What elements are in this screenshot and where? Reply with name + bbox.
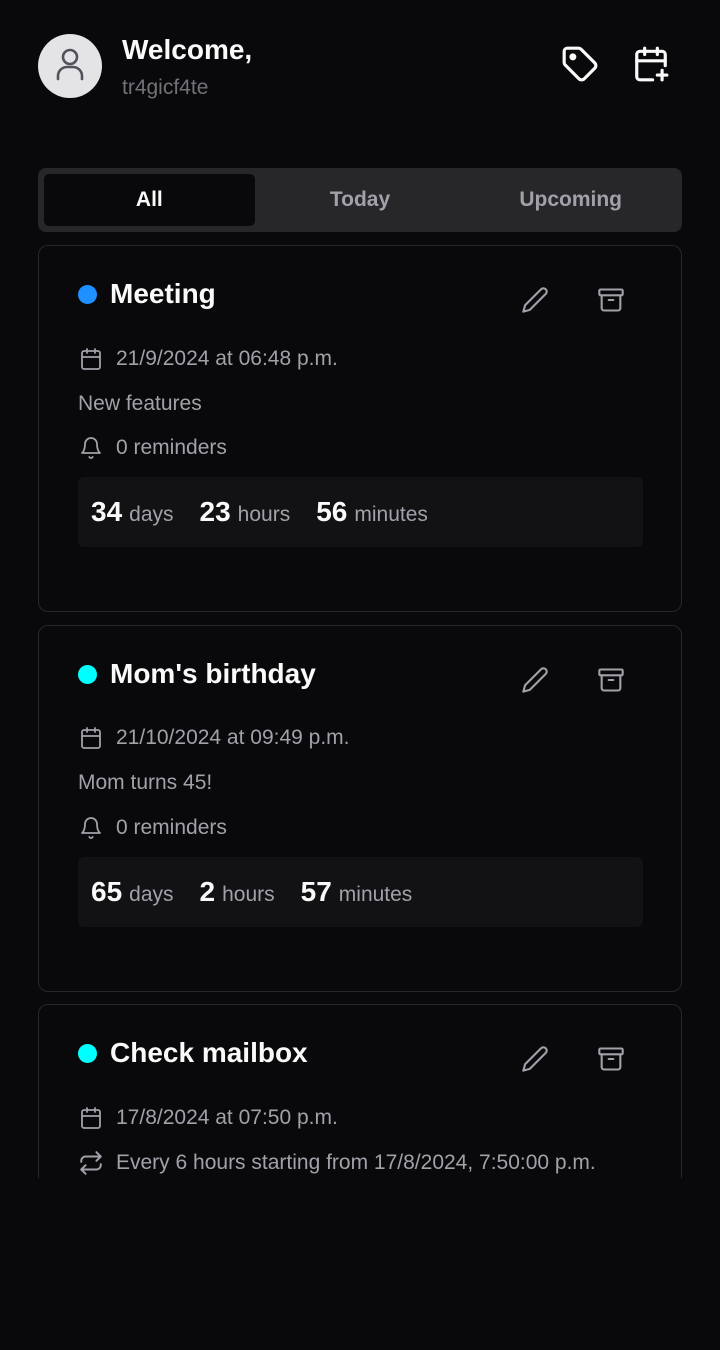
countdown-minutes: 56 bbox=[316, 496, 348, 527]
pencil-icon bbox=[521, 286, 549, 319]
event-card[interactable]: Meeting 21/9/2024 at 06:48 p.m. New feat… bbox=[38, 245, 682, 612]
countdown-days-label: days bbox=[129, 883, 174, 906]
event-recurrence: Every 6 hours starting from 17/8/2024, 7… bbox=[116, 1151, 596, 1174]
event-color-dot bbox=[78, 1043, 97, 1063]
event-description: New features bbox=[78, 392, 202, 415]
event-date: 21/10/2024 at 09:49 p.m. bbox=[116, 726, 350, 749]
archive-icon bbox=[597, 666, 625, 699]
event-date-row: 21/10/2024 at 09:49 p.m. bbox=[78, 725, 350, 751]
event-card[interactable]: Check mailbox 17/8/2024 at 07:50 p.m. Ev… bbox=[38, 1004, 682, 1178]
event-color-dot bbox=[78, 664, 97, 684]
edit-button[interactable] bbox=[515, 282, 555, 322]
archive-icon bbox=[597, 1045, 625, 1078]
bell-icon bbox=[78, 815, 104, 841]
event-color-dot bbox=[78, 284, 97, 304]
countdown-hours: 23 bbox=[199, 496, 231, 527]
edit-button[interactable] bbox=[515, 662, 555, 702]
event-reminders-row: 0 reminders bbox=[78, 435, 227, 461]
archive-icon bbox=[597, 286, 625, 319]
archive-button[interactable] bbox=[591, 282, 631, 322]
archive-button[interactable] bbox=[591, 1041, 631, 1081]
countdown-days: 65 bbox=[91, 876, 123, 907]
event-date-row: 17/8/2024 at 07:50 p.m. bbox=[78, 1105, 338, 1131]
countdown-minutes-label: minutes bbox=[338, 883, 413, 906]
event-date: 17/8/2024 at 07:50 p.m. bbox=[116, 1106, 338, 1129]
event-reminders: 0 reminders bbox=[116, 436, 227, 459]
countdown-days: 34 bbox=[91, 496, 123, 527]
event-description: Mom turns 45! bbox=[78, 771, 213, 794]
events-list: Meeting 21/9/2024 at 06:48 p.m. New feat… bbox=[0, 0, 720, 1178]
countdown-days-label: days bbox=[129, 503, 174, 526]
calendar-icon bbox=[78, 1105, 104, 1131]
event-title: Check mailbox bbox=[110, 1037, 308, 1068]
pencil-icon bbox=[521, 666, 549, 699]
event-countdown: 34 days 23 hours 56 minutes bbox=[78, 477, 643, 547]
edit-button[interactable] bbox=[515, 1041, 555, 1081]
archive-button[interactable] bbox=[591, 662, 631, 702]
pencil-icon bbox=[521, 1045, 549, 1078]
repeat-icon bbox=[78, 1150, 104, 1176]
calendar-icon bbox=[78, 725, 104, 751]
event-date: 21/9/2024 at 06:48 p.m. bbox=[116, 347, 338, 370]
bell-icon bbox=[78, 435, 104, 461]
event-date-row: 21/9/2024 at 06:48 p.m. bbox=[78, 346, 338, 372]
countdown-hours-label: hours bbox=[222, 883, 275, 906]
event-reminders: 0 reminders bbox=[116, 816, 227, 839]
countdown-minutes-label: minutes bbox=[354, 503, 428, 526]
event-reminders-row: 0 reminders bbox=[78, 815, 227, 841]
event-title: Meeting bbox=[110, 278, 216, 309]
countdown-minutes: 57 bbox=[300, 876, 332, 907]
event-title: Mom's birthday bbox=[110, 658, 316, 689]
countdown-hours: 2 bbox=[199, 876, 216, 907]
event-countdown: 65 days 2 hours 57 minutes bbox=[78, 857, 643, 927]
calendar-icon bbox=[78, 346, 104, 372]
event-recurrence-row: Every 6 hours starting from 17/8/2024, 7… bbox=[78, 1150, 596, 1176]
countdown-hours-label: hours bbox=[237, 503, 291, 526]
event-card[interactable]: Mom's birthday 21/10/2024 at 09:49 p.m. … bbox=[38, 625, 682, 992]
